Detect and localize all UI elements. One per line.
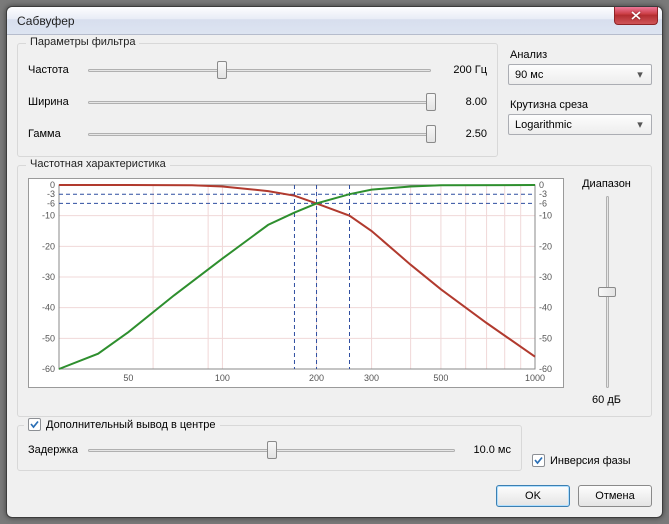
ok-button[interactable]: OK (496, 485, 570, 507)
close-icon (631, 11, 641, 20)
dialog-window: Сабвуфер Параметры фильтра Частота 200 Г… (6, 6, 663, 518)
svg-text:500: 500 (433, 373, 448, 383)
check-icon (534, 456, 543, 465)
titlebar: Сабвуфер (7, 7, 662, 35)
freq-value: 200 Гц (439, 64, 487, 76)
svg-text:-30: -30 (42, 272, 55, 282)
slope-label: Крутизна среза (510, 99, 652, 111)
slope-value: Logarithmic (515, 119, 633, 131)
freq-slider[interactable] (88, 60, 431, 80)
slope-combo[interactable]: Logarithmic ▾ (508, 114, 652, 135)
delay-label: Задержка (28, 444, 80, 456)
delay-value: 10.0 мс (463, 444, 511, 456)
width-label: Ширина (28, 96, 80, 108)
gamma-value: 2.50 (439, 128, 487, 140)
chevron-down-icon: ▾ (633, 68, 647, 81)
svg-text:1000: 1000 (525, 373, 545, 383)
delay-slider[interactable] (88, 440, 455, 460)
svg-text:-40: -40 (539, 303, 552, 313)
svg-text:-30: -30 (539, 272, 552, 282)
center-output-checkbox[interactable]: Дополнительный вывод в центре (24, 418, 220, 431)
freq-response-chart: 00-3-3-6-6-10-10-20-20-30-30-40-40-50-50… (28, 178, 564, 388)
range-value: 60 дБ (592, 394, 621, 406)
close-button[interactable] (614, 7, 658, 25)
svg-text:50: 50 (123, 373, 133, 383)
svg-text:-40: -40 (42, 303, 55, 313)
svg-text:-50: -50 (42, 333, 55, 343)
gamma-label: Гамма (28, 128, 80, 140)
width-value: 8.00 (439, 96, 487, 108)
svg-text:-6: -6 (539, 198, 547, 208)
window-title: Сабвуфер (17, 14, 75, 28)
chevron-down-icon: ▾ (633, 118, 647, 131)
width-slider[interactable] (88, 92, 431, 112)
analysis-label: Анализ (510, 49, 652, 61)
freq-response-label: Частотная характеристика (26, 158, 170, 170)
svg-text:200: 200 (309, 373, 324, 383)
range-slider[interactable] (597, 196, 617, 388)
phase-invert-label: Инверсия фазы (550, 455, 631, 467)
analysis-combo[interactable]: 90 мс ▾ (508, 64, 652, 85)
svg-text:-50: -50 (539, 333, 552, 343)
svg-text:300: 300 (364, 373, 379, 383)
svg-text:-6: -6 (47, 198, 55, 208)
svg-text:-20: -20 (539, 241, 552, 251)
filter-group-label: Параметры фильтра (26, 36, 139, 48)
freq-label: Частота (28, 64, 80, 76)
svg-text:100: 100 (215, 373, 230, 383)
range-label: Диапазон (582, 178, 631, 190)
freq-response-group: Частотная характеристика 00-3-3-6-6-10-1… (17, 165, 652, 417)
filter-params-group: Параметры фильтра Частота 200 Гц Ширина (17, 43, 498, 157)
svg-text:-60: -60 (42, 364, 55, 374)
check-icon (30, 420, 39, 429)
cancel-button[interactable]: Отмена (578, 485, 652, 507)
svg-text:-10: -10 (539, 211, 552, 221)
svg-text:-10: -10 (42, 211, 55, 221)
analysis-value: 90 мс (515, 69, 633, 81)
delay-group: Дополнительный вывод в центре Задержка 1… (17, 425, 522, 471)
svg-text:-20: -20 (42, 241, 55, 251)
gamma-slider[interactable] (88, 124, 431, 144)
center-output-label: Дополнительный вывод в центре (46, 419, 216, 431)
phase-invert-checkbox[interactable]: Инверсия фазы (532, 454, 631, 467)
client-area: Параметры фильтра Частота 200 Гц Ширина (7, 35, 662, 517)
